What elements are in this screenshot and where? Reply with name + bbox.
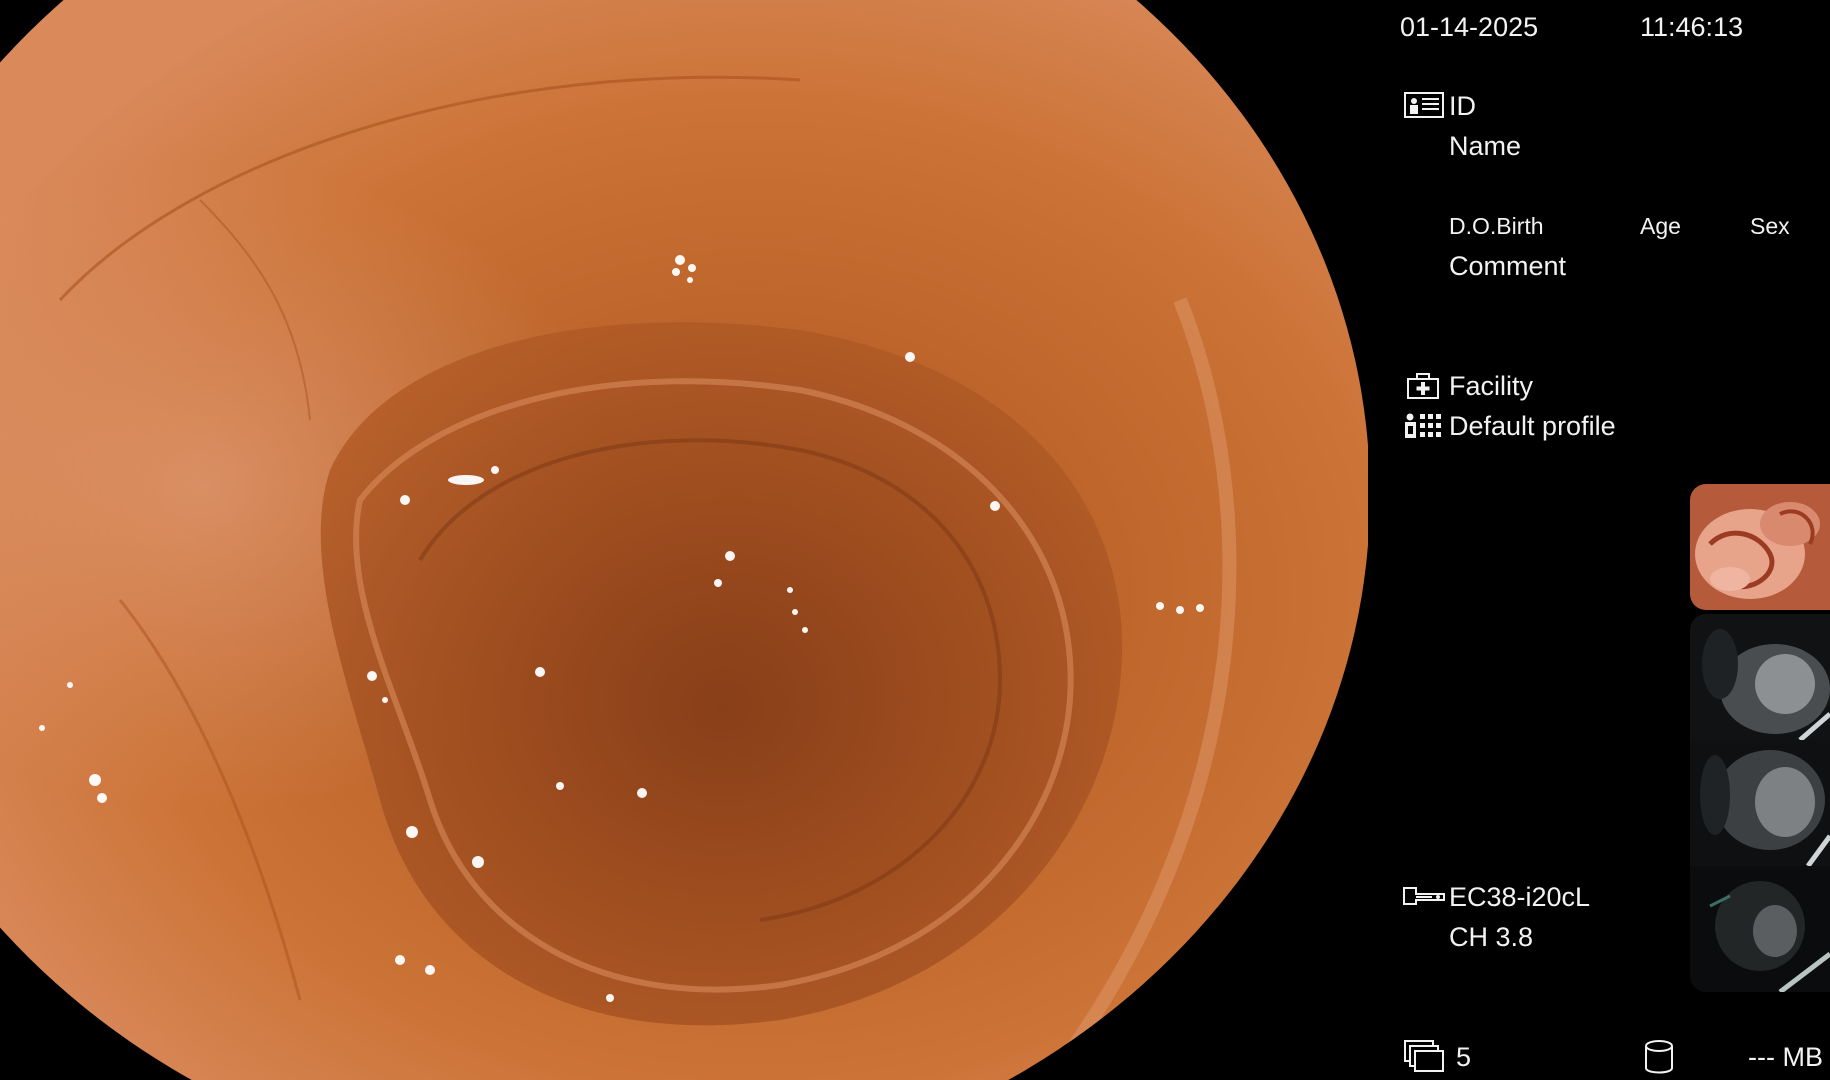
endoscopic-image bbox=[0, 0, 1368, 1080]
scope-model: EC38-i20cL bbox=[1449, 882, 1591, 912]
scope-thumbnail[interactable] bbox=[1690, 866, 1830, 992]
scope-thumbnail[interactable] bbox=[1690, 614, 1830, 740]
endoscopic-video-view bbox=[0, 0, 1368, 1080]
patient-comment-label: Comment bbox=[1449, 251, 1567, 281]
patient-id-label: ID bbox=[1449, 91, 1476, 121]
patient-sex-label: Sex bbox=[1750, 213, 1790, 239]
facility-label: Facility bbox=[1449, 371, 1534, 401]
storage-cylinder-icon bbox=[1644, 1040, 1674, 1074]
exam-time: 11:46:13 bbox=[1640, 12, 1744, 42]
exam-date: 01-14-2025 bbox=[1400, 12, 1539, 42]
profile-icon bbox=[1404, 412, 1444, 440]
profile-label: Default profile bbox=[1449, 411, 1616, 441]
patient-name-label: Name bbox=[1449, 131, 1522, 161]
patient-dob-label: D.O.Birth bbox=[1449, 213, 1544, 239]
image-stack-icon bbox=[1404, 1040, 1444, 1072]
endoscope-icon bbox=[1402, 884, 1446, 908]
scope-channel: CH 3.8 bbox=[1449, 922, 1534, 952]
colon-thumbnail[interactable] bbox=[1690, 484, 1830, 610]
info-panel: 01-14-2025 11:46:13 ID Name D.O.Birth Ag… bbox=[1368, 0, 1830, 1080]
patient-age-label: Age bbox=[1640, 213, 1681, 239]
captured-image-count: 5 bbox=[1456, 1042, 1472, 1072]
scope-thumbnail[interactable] bbox=[1690, 740, 1830, 866]
facility-icon bbox=[1406, 372, 1440, 400]
patient-id-card-icon bbox=[1404, 92, 1444, 118]
storage-remaining: --- MB bbox=[1748, 1042, 1823, 1072]
